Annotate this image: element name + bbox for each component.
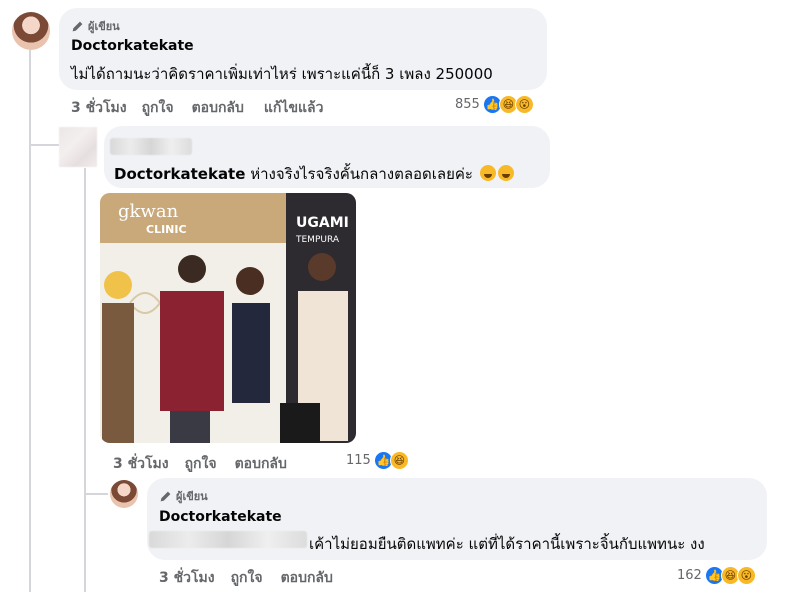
author-badge-label: ผู้เขียน [176,490,208,503]
comment-time[interactable]: 3 ชั่วโมง [159,567,215,589]
reaction-summary-2[interactable]: 115 👍 😆 [346,451,409,470]
comment-actions-3: 3 ชั่วโมง ถูกใจ ตอบกลับ [159,567,333,589]
comment-text: Doctorkatekate ห่างจริงไรจริงคั้นกลางตลอ… [114,162,514,186]
author-avatar[interactable] [110,480,138,508]
reaction-summary-1[interactable]: 855 👍 😆 😮 [455,95,534,114]
like-button[interactable]: ถูกใจ [142,97,174,119]
blurred-mention [149,531,307,548]
reply-button[interactable]: ตอบกลับ [235,453,287,475]
comment-time[interactable]: 3 ชั่วโมง [113,453,169,475]
reaction-count: 855 [455,97,480,112]
reply-button[interactable]: ตอบกลับ [281,567,333,589]
like-button[interactable]: ถูกใจ [185,453,217,475]
photo-sign-text-4: TEMPURA [296,235,340,245]
thread-line-main [29,50,31,592]
thread-connector-1 [29,144,59,146]
thread-line-reply [84,168,86,592]
edited-label[interactable]: แก้ไขแล้ว [264,97,324,119]
pencil-icon [160,491,171,501]
comment-author-name[interactable]: Doctorkatekate [159,509,282,525]
pencil-icon [72,21,83,31]
comment-author-name[interactable]: Doctorkatekate [71,38,194,54]
comment-bubble-3: ผู้เขียน Doctorkatekate เค้าไม่ยอมยืนติด… [147,478,767,560]
comment-body: ห่างจริงไรจริงคั้นกลางตลอดเลยค่ะ [250,165,473,183]
laughing-emoji-icon [497,165,514,181]
author-badge: ผู้เขียน [159,487,208,505]
laughing-emoji-icon [479,165,496,181]
blurred-name [110,138,192,155]
comment-actions-1: 3 ชั่วโมง ถูกใจ ตอบกลับ แก้ไขแล้ว [71,97,323,119]
comment-photo[interactable]: gkwan CLINIC UGAMI TEMPURA [100,193,356,443]
reaction-summary-3[interactable]: 162 👍 😆 😮 [677,566,756,585]
reaction-count: 115 [346,453,371,468]
comment-time[interactable]: 3 ชั่วโมง [71,97,127,119]
comment-actions-2: 3 ชั่วโมง ถูกใจ ตอบกลับ [113,453,287,475]
author-avatar[interactable] [12,12,50,50]
wow-icon: 😮 [514,95,534,114]
wow-icon: 😮 [736,566,756,585]
author-badge: ผู้เขียน [71,17,120,35]
photo-sign-text-1: gkwan [118,201,179,222]
author-badge-label: ผู้เขียน [88,20,120,33]
comment-text: ไม่ได้ถามนะว่าคิดราคาเพิ่มเท่าไหร่ เพราะ… [71,65,493,83]
thread-connector-2 [84,493,108,495]
comment-bubble-1: ผู้เขียน Doctorkatekate ไม่ได้ถามนะว่าคิ… [59,8,547,90]
photo-sign-text-3: UGAMI [296,215,349,231]
commenter-avatar-blurred[interactable] [59,127,97,167]
photo-sign-text-2: CLINIC [146,223,187,236]
like-button[interactable]: ถูกใจ [231,567,263,589]
haha-icon: 😆 [389,451,409,470]
reaction-count: 162 [677,568,702,583]
reply-button[interactable]: ตอบกลับ [192,97,244,119]
mention-link[interactable]: Doctorkatekate [114,165,245,183]
comment-bubble-2: Doctorkatekate ห่างจริงไรจริงคั้นกลางตลอ… [104,126,550,188]
comment-text: เค้าไม่ยอมยืนติดแพทค่ะ แต่ที่ได้ราคานี้เ… [309,535,705,553]
